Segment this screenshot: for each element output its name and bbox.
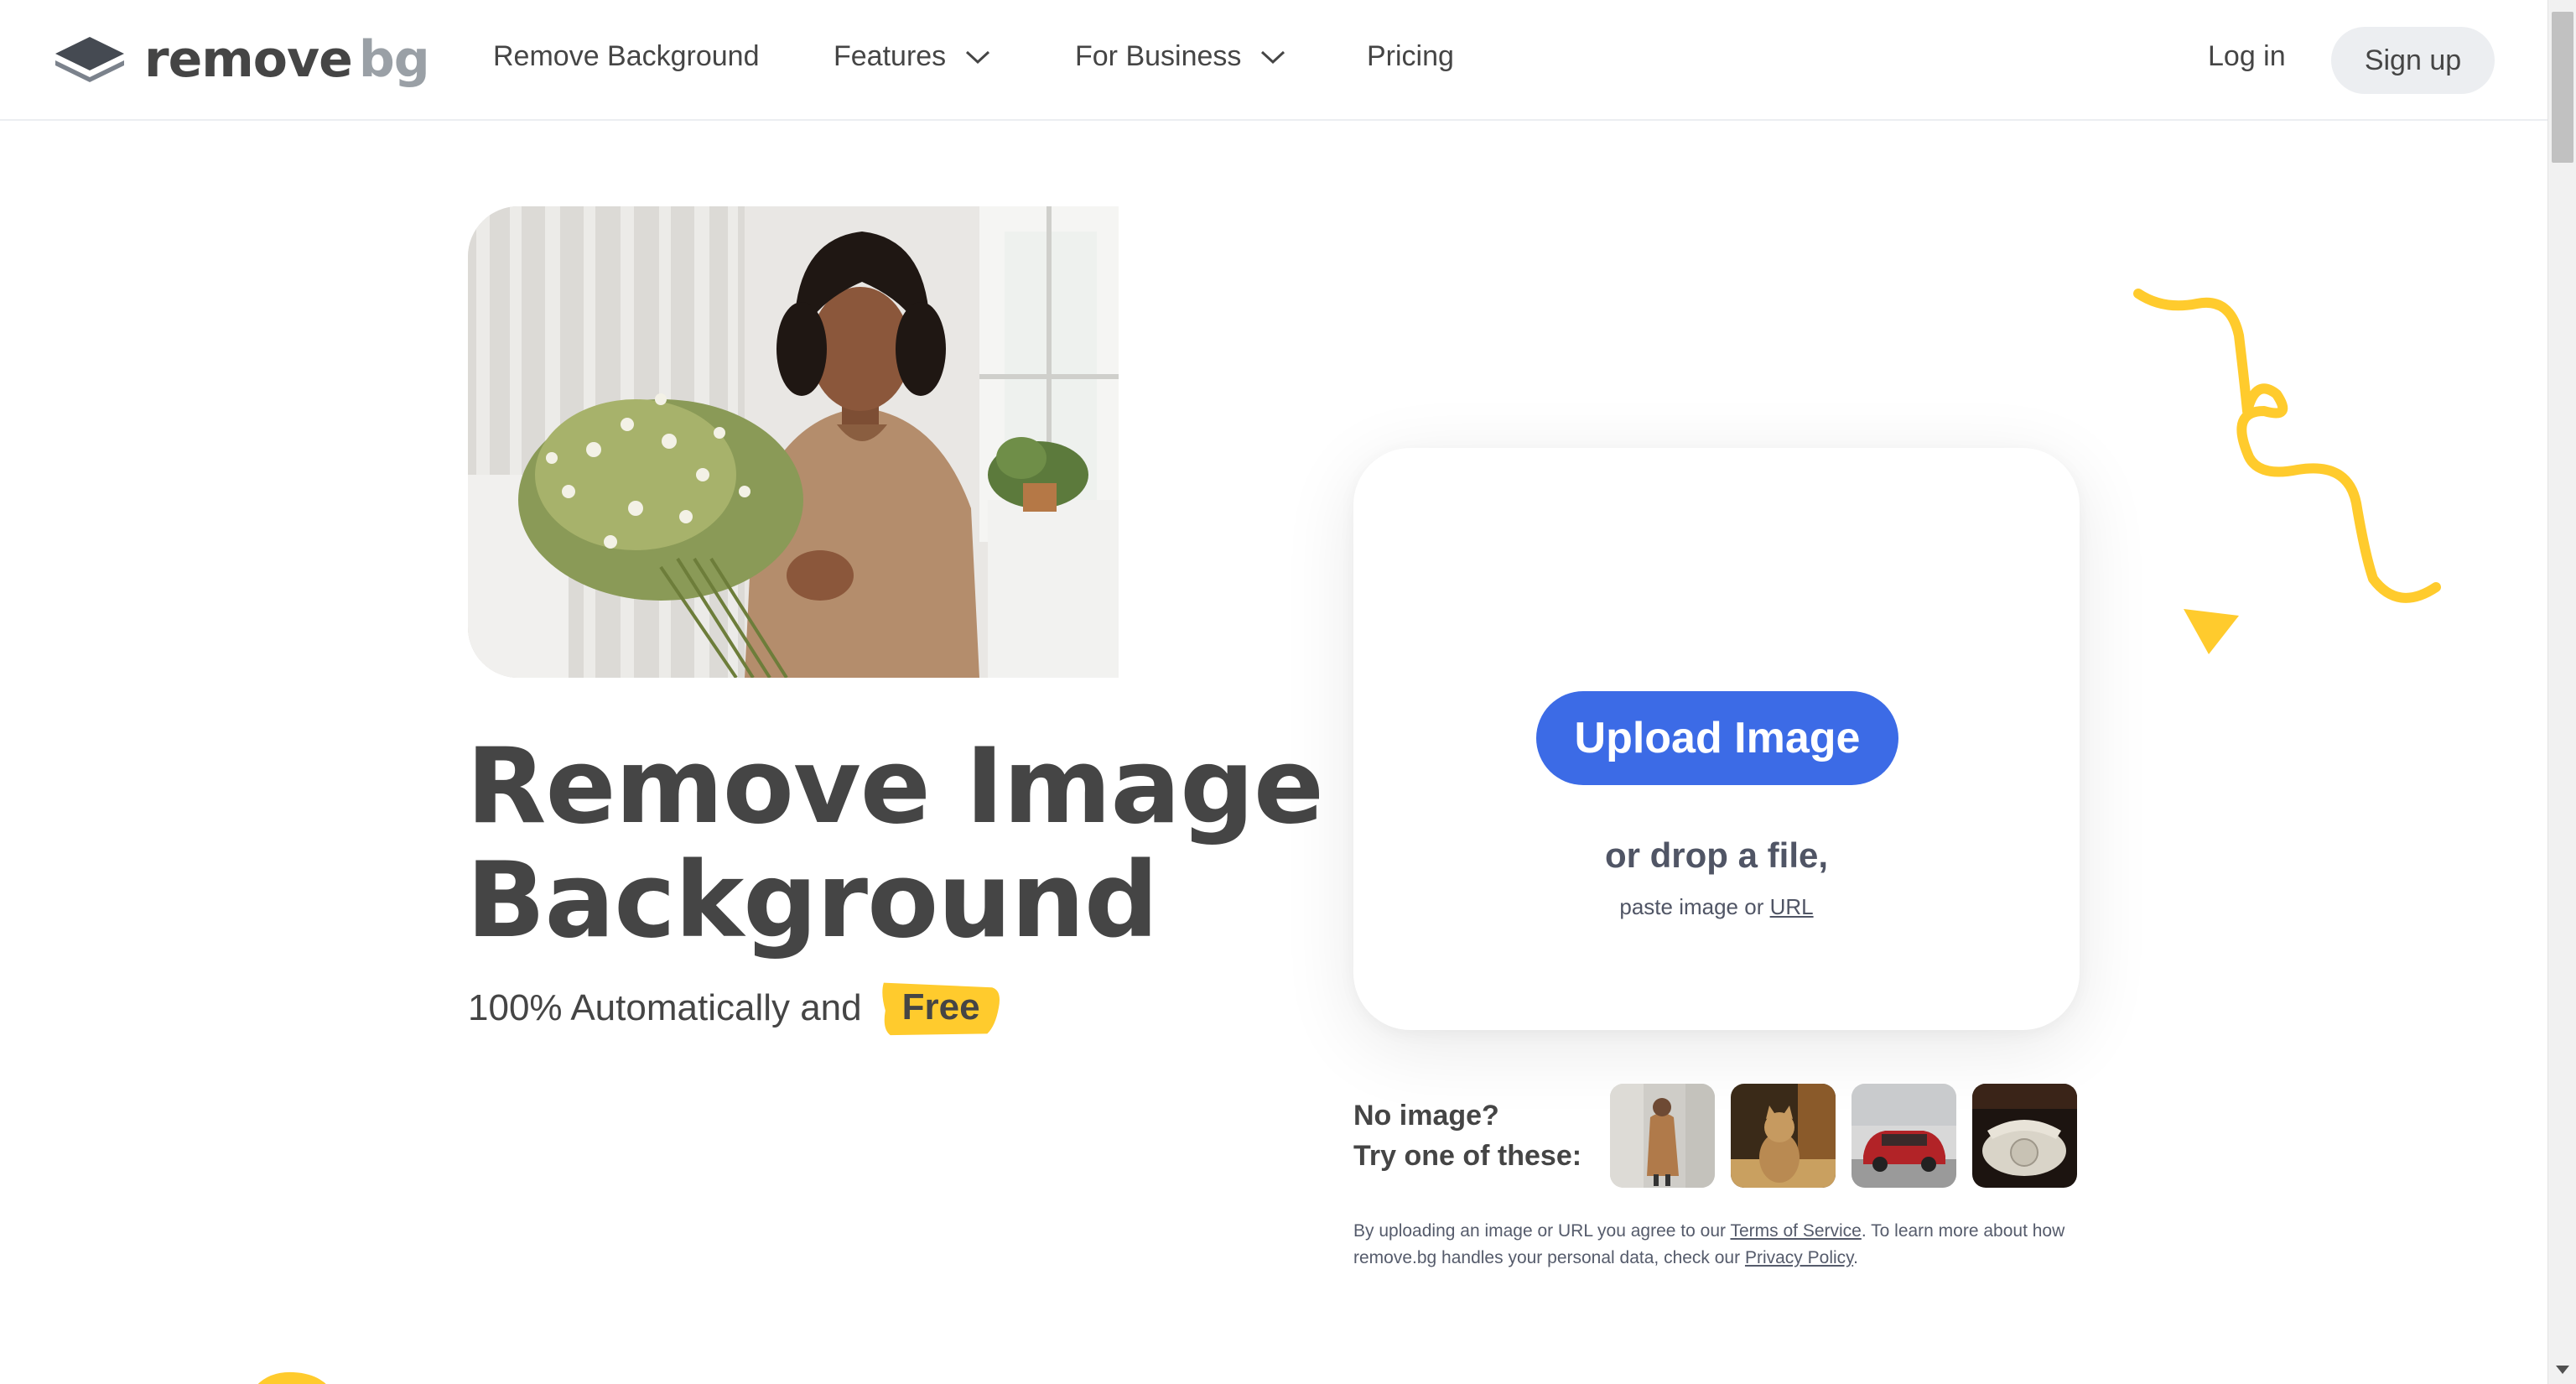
sample-prompt: No image? Try one of these:	[1353, 1095, 1581, 1176]
nav-remove-background-label: Remove Background	[493, 40, 760, 72]
paste-prefix: paste image or	[1619, 894, 1764, 919]
top-navbar: remove bg Remove Background Features For …	[0, 0, 2547, 121]
terms-of-service-link[interactable]: Terms of Service	[1730, 1221, 1861, 1241]
signup-button[interactable]: Sign up	[2331, 27, 2495, 94]
cat-sample-thumb[interactable]	[1731, 1084, 1836, 1188]
hero-title-line2: Background	[466, 840, 1159, 961]
nav-features[interactable]: Features	[834, 40, 991, 73]
telephone-sample-thumb[interactable]	[1972, 1084, 2077, 1188]
legal-text-1: By uploading an image or URL you agree t…	[1353, 1221, 1726, 1241]
chevron-down-icon	[966, 50, 990, 64]
woman-sample-image	[1610, 1084, 1715, 1188]
scrollbar-thumb[interactable]	[2552, 12, 2573, 163]
sample-thumbnails	[1610, 1084, 2077, 1188]
woman-sample-thumb[interactable]	[1610, 1084, 1715, 1188]
upload-dropzone[interactable]: Upload Image or drop a file, paste image…	[1353, 448, 2080, 1030]
legal-notice: By uploading an image or URL you agree t…	[1353, 1218, 2091, 1272]
nav-pricing-label: Pricing	[1367, 40, 1454, 72]
legal-text-3: .	[1853, 1248, 1858, 1267]
nav-pricing[interactable]: Pricing	[1367, 40, 1454, 73]
nav-features-label: Features	[834, 40, 947, 72]
telephone-sample-image	[1972, 1084, 2077, 1188]
free-badge: Free	[879, 980, 1002, 1037]
logo[interactable]: remove bg	[52, 32, 430, 87]
nav-remove-background[interactable]: Remove Background	[493, 40, 760, 73]
car-sample-thumb[interactable]	[1852, 1084, 1956, 1188]
login-link[interactable]: Log in	[2208, 40, 2286, 73]
logo-wordmark: remove bg	[144, 34, 430, 85]
car-sample-image	[1852, 1084, 1956, 1188]
privacy-policy-link[interactable]: Privacy Policy	[1745, 1248, 1853, 1267]
scroll-down-arrow-icon[interactable]	[2556, 1366, 2569, 1374]
page-scrollbar[interactable]	[2547, 0, 2576, 1384]
chevron-down-icon	[1261, 50, 1285, 64]
hero-subtitle: 100% Automatically and Free	[468, 980, 1002, 1037]
logo-icon	[55, 37, 124, 82]
hero-subtitle-text: 100% Automatically and	[468, 987, 862, 1028]
hero-photo	[468, 206, 1119, 678]
yellow-squiggle-decoration	[2133, 289, 2441, 603]
nav-for-business[interactable]: For Business	[1075, 40, 1286, 73]
hero-title-line1: Remove Image	[466, 726, 1324, 847]
hero-photo-woman-with-flowers	[468, 206, 1119, 678]
hero-title: Remove Image Background	[466, 726, 1324, 961]
logo-word-remove: remove	[144, 30, 353, 89]
yellow-triangle-decoration	[2184, 609, 2239, 654]
free-badge-label: Free	[901, 986, 980, 1028]
paste-image-text: paste image or URL	[1353, 894, 2080, 920]
cat-sample-image	[1731, 1084, 1836, 1188]
sample-prompt-line2: Try one of these:	[1353, 1140, 1582, 1172]
url-link[interactable]: URL	[1770, 894, 1814, 919]
yellow-blob-decoration	[257, 1371, 326, 1384]
nav-for-business-label: For Business	[1075, 40, 1242, 72]
upload-image-button[interactable]: Upload Image	[1536, 691, 1898, 785]
drop-file-text: or drop a file,	[1604, 835, 1829, 875]
sample-prompt-line1: No image?	[1353, 1100, 1499, 1132]
logo-word-bg: bg	[358, 30, 430, 89]
